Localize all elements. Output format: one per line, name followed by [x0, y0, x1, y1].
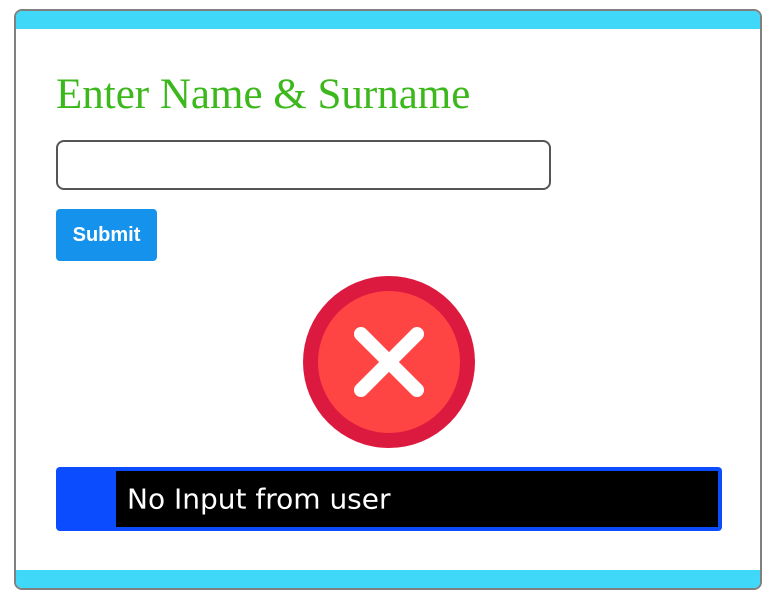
form-card: Enter Name & Surname Submit No Input fro… — [14, 9, 762, 590]
status-message-panel: No Input from user — [116, 471, 718, 527]
status-message-box: No Input from user — [56, 467, 722, 531]
error-x-icon — [303, 276, 475, 448]
bottom-accent-bar — [16, 570, 760, 588]
submit-button[interactable]: Submit — [56, 209, 157, 261]
name-surname-input[interactable] — [56, 140, 551, 190]
top-accent-bar — [16, 11, 760, 29]
form-heading: Enter Name & Surname — [56, 71, 471, 118]
status-message-text: No Input from user — [127, 482, 391, 516]
